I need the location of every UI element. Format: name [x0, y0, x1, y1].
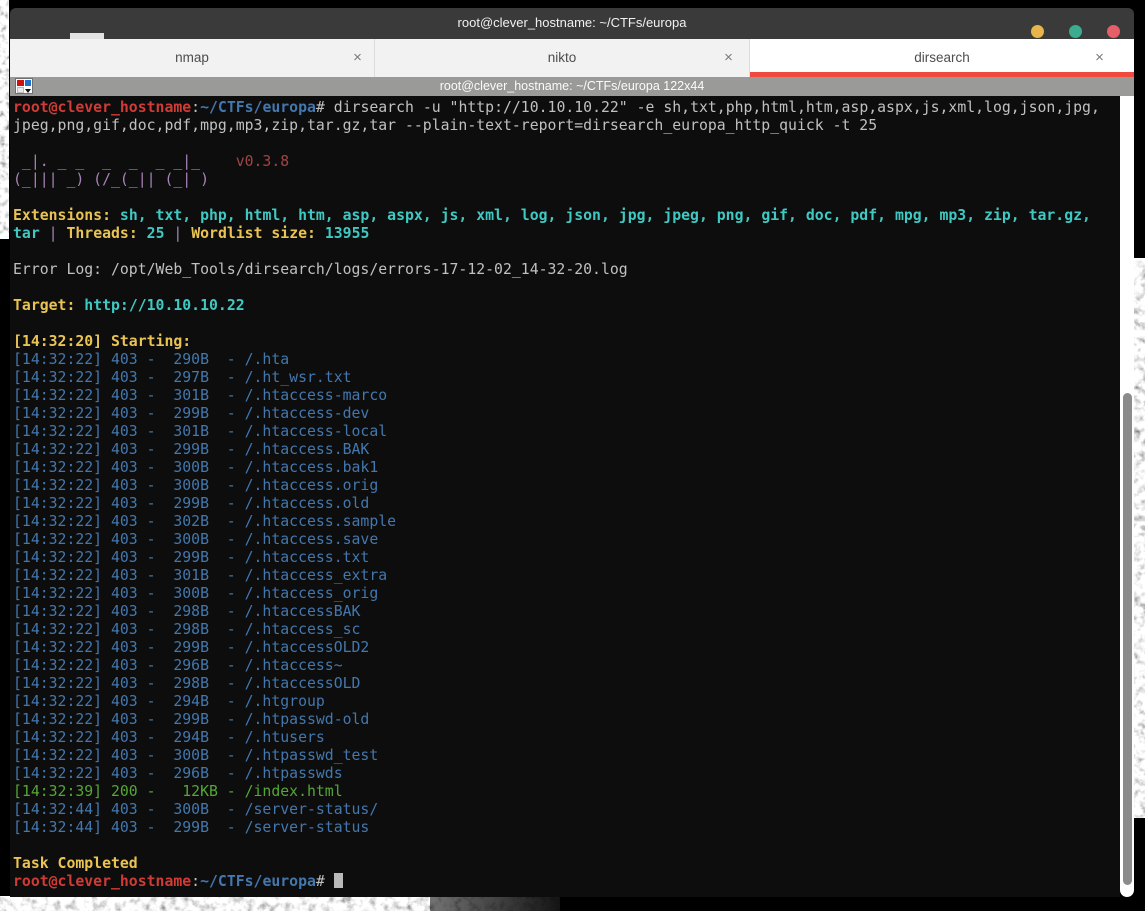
terminal-line: [14:32:44] 403 - 300B - /server-status/ — [13, 801, 1100, 819]
workspace-indicator: 3 — [1, 67, 9, 83]
terminal-line: [14:32:22] 403 - 299B - /.htaccessOLD2 — [13, 639, 1100, 657]
tab-bar: nmap × nikto × dirsearch × — [10, 39, 1134, 77]
terminal-line: [14:32:22] 403 - 300B - /.htpasswd_test — [13, 747, 1100, 765]
terminal-line: [14:32:22] 403 - 294B - /.htusers — [13, 729, 1100, 747]
tab-nmap[interactable]: nmap × — [10, 39, 375, 77]
terminal-line — [13, 315, 1100, 333]
terminal-line: [14:32:22] 403 - 298B - /.htaccess_sc — [13, 621, 1100, 639]
terminal-line — [13, 135, 1100, 153]
terminal-line: root@clever_hostname:~/CTFs/europa# — [13, 873, 1100, 891]
terminal-line: Error Log: /opt/Web_Tools/dirsearch/logs… — [13, 261, 1100, 279]
terminal-line: [14:32:22] 403 - 299B - /.htaccess-dev — [13, 405, 1100, 423]
titlebar[interactable]: root@clever_hostname: ~/CTFs/europa — [10, 8, 1134, 39]
terminal-line: tar | Threads: 25 | Wordlist size: 13955 — [13, 225, 1100, 243]
terminal-line: [14:32:39] 200 - 12KB - /index.html — [13, 783, 1100, 801]
terminal-line — [13, 189, 1100, 207]
terminal-line: jpeg,png,gif,doc,pdf,mpg,mp3,zip,tar.gz,… — [13, 117, 1100, 135]
terminal-line — [13, 243, 1100, 261]
terminal-line: [14:32:22] 403 - 297B - /.ht_wsr.txt — [13, 369, 1100, 387]
terminal-line: (_||| _) (/_(_|| (_| ) — [13, 171, 1100, 189]
tab-label: nikto — [375, 50, 749, 65]
terminal-line: [14:32:20] Starting: — [13, 333, 1100, 351]
cursor-block — [334, 873, 343, 888]
terminal-line: [14:32:22] 403 - 301B - /.htaccess-marco — [13, 387, 1100, 405]
terminal-line: [14:32:22] 403 - 299B - /.htpasswd-old — [13, 711, 1100, 729]
wallpaper-texture — [0, 0, 9, 239]
terminal-line: [14:32:22] 403 - 298B - /.htaccessOLD — [13, 675, 1100, 693]
terminal-line: [14:32:22] 403 - 296B - /.htpasswds — [13, 765, 1100, 783]
wallpaper-texture — [1134, 258, 1145, 818]
terminal-window: root@clever_hostname: ~/CTFs/europa nmap… — [10, 8, 1134, 897]
tab-label: dirsearch — [750, 50, 1134, 65]
terminal-line: [14:32:22] 403 - 296B - /.htaccess~ — [13, 657, 1100, 675]
terminal-line: [14:32:22] 403 - 302B - /.htaccess.sampl… — [13, 513, 1100, 531]
terminal-line — [13, 279, 1100, 297]
window-title: root@clever_hostname: ~/CTFs/europa — [10, 15, 1134, 30]
terminal-line: [14:32:22] 403 - 300B - /.htaccess_orig — [13, 585, 1100, 603]
terminal-line: [14:32:22] 403 - 299B - /.htaccess.BAK — [13, 441, 1100, 459]
terminal-line: _|. _ _ _ _ _ _|_ v0.3.8 — [13, 153, 1100, 171]
tab-nikto[interactable]: nikto × — [375, 39, 750, 77]
tab-close-icon[interactable]: × — [720, 49, 737, 66]
terminal-line: Target: http://10.10.10.22 — [13, 297, 1100, 315]
terminal-line: Task Completed — [13, 855, 1100, 873]
terminal-line: root@clever_hostname:~/CTFs/europa# dirs… — [13, 99, 1100, 117]
terminal-line: [14:32:22] 403 - 299B - /.htaccess.txt — [13, 549, 1100, 567]
terminal-line: [14:32:22] 403 - 294B - /.htgroup — [13, 693, 1100, 711]
close-button[interactable] — [1107, 25, 1120, 38]
tab-close-icon[interactable]: × — [349, 49, 366, 66]
terminal-line: [14:32:22] 403 - 298B - /.htaccessBAK — [13, 603, 1100, 621]
scrollbar-track[interactable] — [1120, 96, 1134, 897]
scrollbar-thumb[interactable] — [1123, 393, 1132, 885]
desktop: { "palette": { "titlebar_bg": "#3a3a3a",… — [0, 0, 1145, 911]
minimize-button[interactable] — [1031, 25, 1044, 38]
terminal-lines: root@clever_hostname:~/CTFs/europa# dirs… — [13, 99, 1100, 891]
terminal-line — [13, 837, 1100, 855]
terminal-line: [14:32:22] 403 - 290B - /.hta — [13, 351, 1100, 369]
pane-title: root@clever_hostname: ~/CTFs/europa 122x… — [10, 79, 1134, 93]
terminal-line: [14:32:22] 403 - 301B - /.htaccess-local — [13, 423, 1100, 441]
terminal-screen[interactable]: root@clever_hostname:~/CTFs/europa# dirs… — [10, 96, 1120, 897]
terminal-line: [14:32:22] 403 - 300B - /.htaccess.bak1 — [13, 459, 1100, 477]
maximize-button[interactable] — [1069, 25, 1082, 38]
terminal-line: Extensions: sh, txt, php, html, htm, asp… — [13, 207, 1100, 225]
pane-titlebar[interactable]: root@clever_hostname: ~/CTFs/europa 122x… — [10, 77, 1134, 96]
terminal-line: [14:32:22] 403 - 299B - /.htaccess.old — [13, 495, 1100, 513]
terminal-line: [14:32:22] 403 - 300B - /.htaccess.orig — [13, 477, 1100, 495]
tab-close-icon[interactable]: × — [1091, 49, 1108, 66]
tab-label: nmap — [10, 50, 374, 65]
terminal-line: [14:32:22] 403 - 300B - /.htaccess.save — [13, 531, 1100, 549]
terminal-line: [14:32:44] 403 - 299B - /server-status — [13, 819, 1100, 837]
window-shadow — [430, 896, 560, 911]
terminal-line: [14:32:22] 403 - 301B - /.htaccess_extra — [13, 567, 1100, 585]
